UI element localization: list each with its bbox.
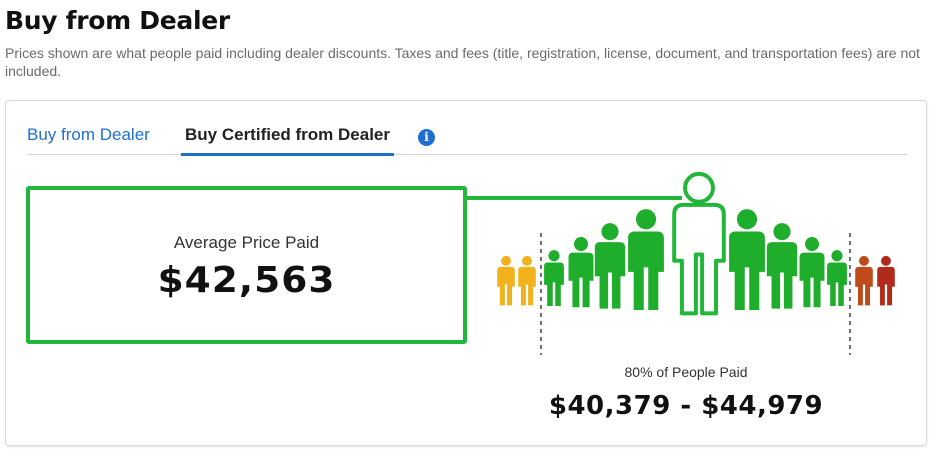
person-body (855, 266, 873, 306)
green-person-icon (799, 237, 825, 308)
person-head (548, 250, 560, 262)
person-body (766, 242, 798, 309)
person-body (672, 202, 726, 316)
green-person-icon (594, 223, 626, 309)
person-head (804, 237, 820, 252)
green-person-icon (729, 209, 765, 310)
person-head (736, 209, 758, 230)
person-head (601, 223, 619, 241)
person-body (544, 262, 564, 306)
person-head (573, 237, 589, 252)
person-head (522, 255, 532, 266)
page-title: Buy from Dealer (5, 6, 230, 35)
person-head (859, 255, 869, 266)
green-person-icon (827, 250, 847, 306)
green-person-icon (544, 250, 564, 306)
person-head (831, 250, 843, 262)
price-card: Buy from Dealer Buy Certified from Deale… (5, 100, 927, 446)
yellow-person-icon (497, 255, 515, 306)
person-body (518, 266, 536, 306)
yellow-person-icon (518, 255, 536, 306)
highlighted-person-outline-icon (672, 171, 726, 316)
person-body (497, 266, 515, 306)
person-body (799, 252, 825, 308)
person-head (635, 209, 657, 230)
person-head (683, 171, 715, 204)
person-head (501, 255, 511, 266)
person-body (568, 252, 594, 308)
range-label: 80% of People Paid (624, 364, 748, 380)
green-person-icon (568, 237, 594, 308)
range-value: $40,379 - $44,979 (548, 391, 824, 421)
green-person-icon (766, 223, 798, 309)
person-body (827, 262, 847, 306)
green-person-icon (628, 209, 664, 310)
orange-person-icon (855, 255, 873, 306)
person-head (881, 255, 891, 266)
person-body (628, 231, 664, 310)
person-body (729, 231, 765, 310)
page-subtitle: Prices shown are what people paid includ… (5, 45, 920, 79)
person-body (594, 242, 626, 309)
red-person-icon (877, 255, 895, 306)
person-head (773, 223, 791, 241)
person-body (877, 266, 895, 306)
